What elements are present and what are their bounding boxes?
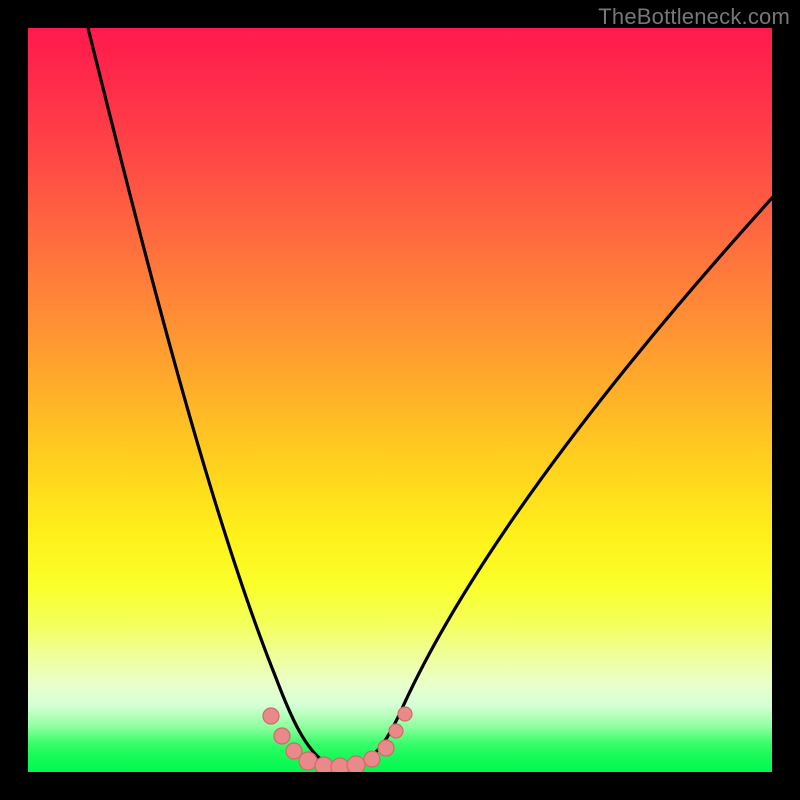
watermark-text: TheBottleneck.com xyxy=(598,4,790,30)
marker xyxy=(378,740,394,756)
bottleneck-curve xyxy=(88,28,772,766)
marker xyxy=(398,707,412,721)
marker xyxy=(274,728,290,744)
marker xyxy=(299,752,317,770)
marker xyxy=(389,724,403,738)
marker xyxy=(331,758,349,772)
chart-frame: TheBottleneck.com xyxy=(0,0,800,800)
valley-markers xyxy=(263,707,412,772)
bottleneck-curve-plot xyxy=(28,28,772,772)
marker xyxy=(315,757,333,772)
marker xyxy=(364,751,380,767)
marker xyxy=(263,708,279,724)
marker xyxy=(347,756,365,772)
